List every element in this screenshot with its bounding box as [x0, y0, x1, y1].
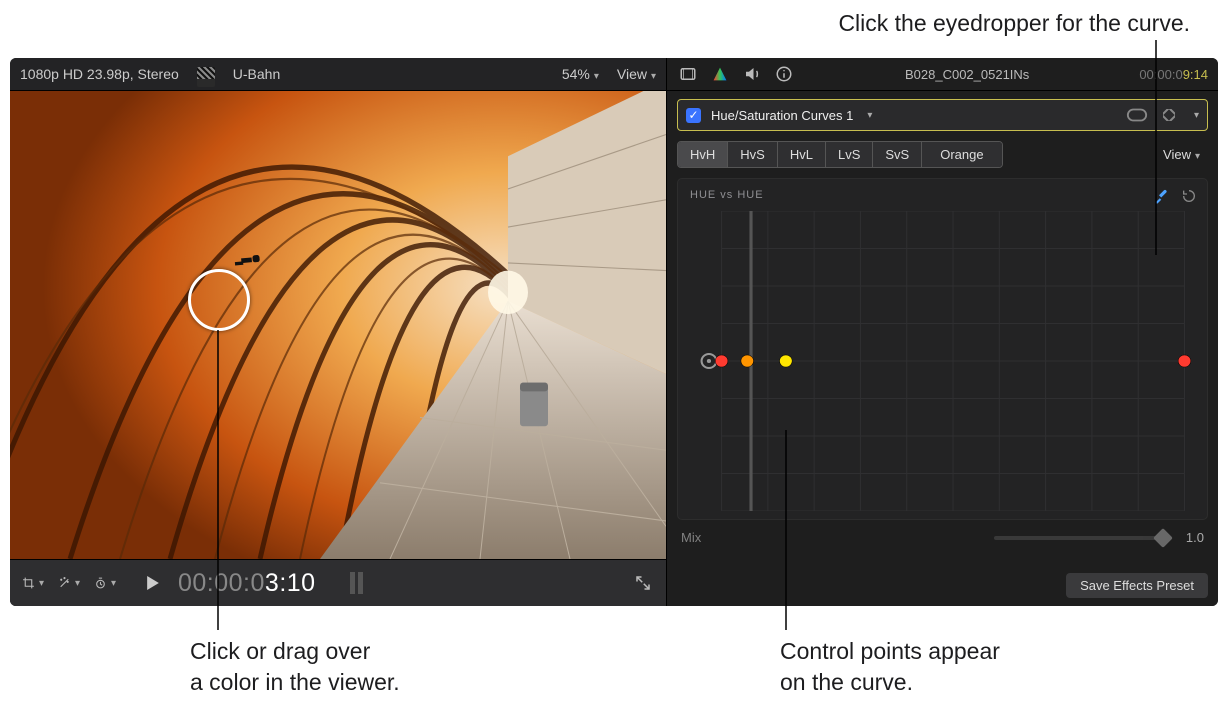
tab-lvs[interactable]: LvS — [826, 142, 873, 167]
mix-value: 1.0 — [1186, 530, 1204, 545]
curve-control-point[interactable] — [741, 355, 754, 367]
tab-orange[interactable]: Orange — [922, 142, 1001, 167]
audio-inspector-icon[interactable] — [741, 63, 763, 85]
play-button[interactable] — [142, 572, 164, 594]
enhance-tool-icon[interactable]: ▾ — [58, 572, 80, 594]
zoom-popup[interactable]: 54%▾ — [562, 66, 599, 82]
video-inspector-icon[interactable] — [677, 63, 699, 85]
viewer-image — [10, 91, 666, 559]
inspector-clip-title: B028_C002_0521INs — [805, 67, 1129, 82]
chevron-down-icon: ▾ — [1195, 151, 1200, 162]
save-effects-preset-button[interactable]: Save Effects Preset — [1066, 573, 1208, 598]
view-popup[interactable]: View▾ — [617, 66, 656, 82]
curve-view-popup[interactable]: View▾ — [1155, 142, 1208, 167]
crop-tool-icon[interactable]: ▾ — [22, 572, 44, 594]
chevron-down-icon[interactable]: ▾ — [867, 110, 872, 121]
viewer-timecode[interactable]: 00:00:03:10 — [178, 569, 316, 598]
effect-enable-checkbox[interactable]: ✓ — [686, 108, 701, 123]
keyframe-button[interactable] — [1158, 104, 1180, 126]
chevron-down-icon[interactable]: ▾ — [1194, 110, 1199, 121]
color-inspector-icon[interactable] — [709, 63, 731, 85]
tab-svs[interactable]: SvS — [873, 142, 922, 167]
chevron-down-icon: ▾ — [651, 71, 656, 82]
viewer-pane: 1080p HD 23.98p, Stereo U-Bahn 54%▾ View… — [10, 58, 667, 606]
curve-reset-button[interactable] — [1181, 188, 1197, 207]
curve-tab-segmented: HvH HvS HvL LvS SvS Orange — [677, 141, 1003, 168]
app-window: 1080p HD 23.98p, Stereo U-Bahn 54%▾ View… — [10, 58, 1218, 606]
viewer-clip-title: U-Bahn — [233, 66, 280, 82]
curve-control-point[interactable] — [1178, 355, 1191, 367]
viewer-toolbar: ▾ ▾ ▾ 00:00:03:10 — [10, 559, 666, 606]
tab-hvh[interactable]: HvH — [678, 142, 728, 167]
curve-title-label: HUE vs HUE — [690, 189, 1195, 201]
hue-curve-graph[interactable] — [690, 211, 1195, 511]
effect-row[interactable]: ✓ Hue/Saturation Curves 1 ▾ ▾ — [677, 99, 1208, 131]
annotation-top: Click the eyedropper for the curve. — [838, 8, 1190, 39]
inspector-pane: B028_C002_0521INs 00:00:09:14 ✓ Hue/Satu… — [667, 58, 1218, 606]
mask-shape-icon[interactable] — [1126, 104, 1148, 126]
inspector-top-bar: B028_C002_0521INs 00:00:09:14 — [667, 58, 1218, 91]
annotation-bottom-left: Click or drag over a color in the viewer… — [190, 636, 470, 698]
clapperboard-icon — [197, 67, 215, 81]
fullscreen-button[interactable] — [632, 572, 654, 594]
mix-slider[interactable] — [994, 536, 1164, 540]
tab-hvl[interactable]: HvL — [778, 142, 826, 167]
viewer-canvas[interactable] — [10, 91, 666, 559]
retime-tool-icon[interactable]: ▾ — [94, 572, 116, 594]
viewer-top-bar: 1080p HD 23.98p, Stereo U-Bahn 54%▾ View… — [10, 58, 666, 91]
curve-control-point[interactable] — [715, 355, 728, 367]
curve-eyedropper-button[interactable] — [1153, 187, 1171, 208]
info-inspector-icon[interactable] — [773, 63, 795, 85]
curve-control-point[interactable] — [780, 355, 793, 367]
mix-slider-row: Mix 1.0 — [667, 524, 1218, 553]
chevron-down-icon: ▾ — [594, 71, 599, 82]
mix-label: Mix — [681, 530, 701, 545]
audio-meters — [350, 572, 363, 594]
curve-tabs-row: HvH HvS HvL LvS SvS Orange View▾ — [677, 141, 1208, 168]
annotation-bottom-right: Control points appear on the curve. — [780, 636, 1060, 698]
curve-panel: HUE vs HUE — [677, 178, 1208, 520]
inspector-timecode: 00:00:09:14 — [1139, 67, 1208, 82]
tab-hvs[interactable]: HvS — [728, 142, 778, 167]
effect-name-label: Hue/Saturation Curves 1 — [711, 108, 853, 123]
viewer-format-label: 1080p HD 23.98p, Stereo — [20, 66, 179, 82]
